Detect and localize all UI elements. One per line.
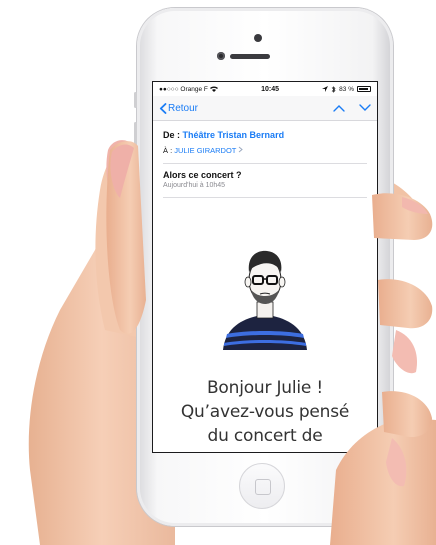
battery-icon: [356, 86, 371, 92]
greeting-line: Bonjour Julie !: [206, 378, 324, 398]
home-button[interactable]: [239, 463, 285, 509]
body-line: du concert de: [207, 426, 323, 446]
chevron-right-icon: [239, 146, 244, 153]
battery-percent: 83 %: [339, 85, 354, 93]
from-row: De : Théâtre Tristan Bernard: [163, 127, 367, 143]
earpiece-speaker: [230, 54, 270, 59]
mail-navbar: Retour: [153, 96, 377, 121]
to-row: À : JULIE GIRARDOT: [163, 146, 367, 155]
mail-header: De : Théâtre Tristan Bernard À : JULIE G…: [153, 121, 377, 198]
divider: [163, 197, 367, 198]
status-bar: ●●○○○ Orange F 10:45 83 %: [153, 82, 377, 96]
phone-screen: ●●○○○ Orange F 10:45 83 % Retour De : Th…: [153, 82, 377, 452]
from-prefix: De :: [163, 130, 181, 140]
volume-up-button: [134, 122, 137, 150]
back-button[interactable]: Retour: [159, 103, 198, 114]
status-time: 10:45: [261, 85, 279, 93]
bluetooth-icon: [331, 85, 336, 93]
front-sensor: [254, 34, 262, 42]
wifi-icon: [209, 86, 218, 92]
divider: [163, 163, 367, 164]
mail-body: Bonjour Julie ! Qu’avez-vous pensé du co…: [153, 376, 377, 448]
front-camera: [217, 52, 225, 60]
portrait-illustration: [223, 250, 307, 350]
sender-name[interactable]: Théâtre Tristan Bernard: [183, 130, 285, 140]
mail-subject: Alors ce concert ?: [163, 170, 242, 180]
recipient-name[interactable]: JULIE GIRARDOT: [174, 146, 236, 155]
mail-date: Aujourd'hui à 10h45: [163, 182, 226, 189]
body-line: Qu’avez-vous pensé: [180, 402, 350, 422]
chevron-down-icon[interactable]: [359, 104, 371, 112]
back-label: Retour: [168, 102, 199, 114]
chevron-up-icon[interactable]: [333, 104, 345, 112]
to-prefix: À :: [163, 146, 173, 155]
location-icon: [322, 86, 329, 92]
chevron-left-icon: [159, 102, 167, 114]
mute-switch: [134, 92, 137, 108]
carrier-signal: ●●○○○ Orange F: [159, 85, 208, 93]
